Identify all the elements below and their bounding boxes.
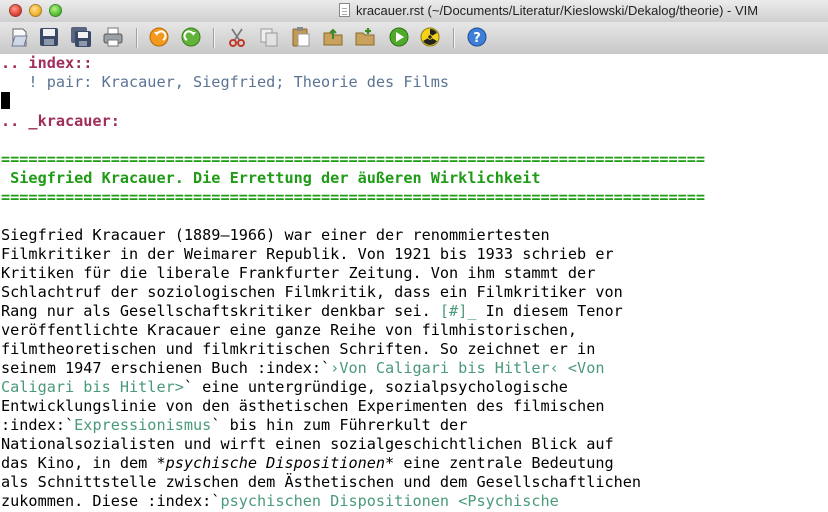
text-line: Nationalsozialisten und wirft einen sozi… [1,435,614,453]
redo-button[interactable] [179,25,203,49]
index-entry: ! pair: Kracauer, Siegfried; Theorie des… [1,73,450,91]
document-icon [339,3,350,17]
text-line: Siegfried Kracauer (1889–1966) war einer… [1,226,550,244]
open-button[interactable] [8,25,32,49]
text-line: das Kino, in dem *psychische Disposition… [1,454,614,473]
text-line: :index:`Expressionismus` bis hin zum Füh… [1,416,467,435]
text-line: Schlachtruf der soziologischen Filmkriti… [1,283,623,301]
index-role-text: Expressionismus [74,416,212,434]
text-line: Kritiken für die liberale Frankfurter Ze… [1,264,596,282]
help-button[interactable]: ? [465,25,489,49]
text-line: Rang nur als Gesellschaftskritiker denkb… [1,302,623,321]
run-script-button[interactable] [387,25,411,49]
redo-icon [181,27,201,47]
window-title: kracauer.rst (~/Documents/Literatur/Kies… [356,3,759,18]
heading-underline: ========================================… [1,188,706,206]
scissors-icon [229,28,245,47]
make-button[interactable] [418,25,442,49]
text-line: Entwicklungslinie von den ästhetischen E… [1,397,605,415]
text-cursor [1,92,10,109]
copy-icon [260,28,278,47]
text-segment: seinem 1947 erschienen Buch :index:` [1,359,331,377]
text-segment: Rang nur als Gesellschaftskritiker denkb… [1,302,440,320]
print-button[interactable] [101,25,125,49]
emphasis-text: *psychische Dispositionen* [156,454,395,472]
radiation-icon [420,27,440,47]
help-icon: ? [467,27,487,47]
section-heading: Siegfried Kracauer. Die Errettung der äu… [1,169,541,187]
text-line: veröffentlichte Kracauer eine ganze Reih… [1,321,578,339]
save-icon [40,28,58,46]
title-bar: kracauer.rst (~/Documents/Literatur/Kies… [0,0,828,23]
play-icon [389,27,409,47]
close-window-button[interactable] [9,4,22,17]
index-directive: .. index:: [1,54,93,72]
zoom-window-button[interactable] [49,4,62,17]
text-segment: ` eine untergründige, sozialpsychologisc… [183,378,568,396]
text-line: seinem 1947 erschienen Buch :index:`›Von… [1,359,604,378]
heading-overline: ========================================… [1,150,706,168]
index-role-text: Caligari bis Hitler> [1,378,184,396]
load-session-icon [323,28,343,46]
save-button[interactable] [37,25,61,49]
text-segment: eine zentrale Bedeutung [394,454,614,472]
save-all-button[interactable] [69,25,93,49]
svg-text:?: ? [473,31,481,46]
save-session-icon [355,28,375,46]
print-icon [103,27,123,47]
index-role-text: ›Von Caligari bis Hitler‹ <Von [330,359,605,377]
text-segment: zukommen. Diese :index:` [1,492,221,510]
link-target: .. _kracauer: [1,112,120,130]
save-session-button[interactable] [353,25,377,49]
text-segment: :index:` [1,416,75,434]
cut-button[interactable] [225,25,249,49]
footnote-reference: [#]_ [439,302,477,320]
copy-button[interactable] [257,25,281,49]
index-role-text: psychischen Dispositionen <Psychische [220,492,559,510]
load-session-button[interactable] [321,25,345,49]
undo-button[interactable] [147,25,171,49]
text-line: Filmkritiker in der Weimarer Republik. V… [1,245,614,263]
open-icon [11,28,28,47]
save-all-icon [71,27,91,47]
paste-icon [292,27,310,47]
minimize-window-button[interactable] [29,4,42,17]
text-line: zukommen. Diese :index:`psychischen Disp… [1,492,559,511]
text-segment: ` bis hin zum Führerkult der [211,416,468,434]
toolbar: ? [0,22,828,55]
editor-buffer[interactable]: .. index:: ! pair: Kracauer, Siegfried; … [0,54,828,512]
text-segment: das Kino, in dem [1,454,157,472]
text-segment: In diesem Tenor [476,302,623,320]
undo-icon [149,27,169,47]
text-line: filmtheoretischen und filmkritischen Sch… [1,340,596,358]
text-line: als Schnittstelle zwischen dem Ästhetisc… [1,473,642,491]
text-line: Caligari bis Hitler>` eine untergründige… [1,378,568,397]
paste-button[interactable] [289,25,313,49]
